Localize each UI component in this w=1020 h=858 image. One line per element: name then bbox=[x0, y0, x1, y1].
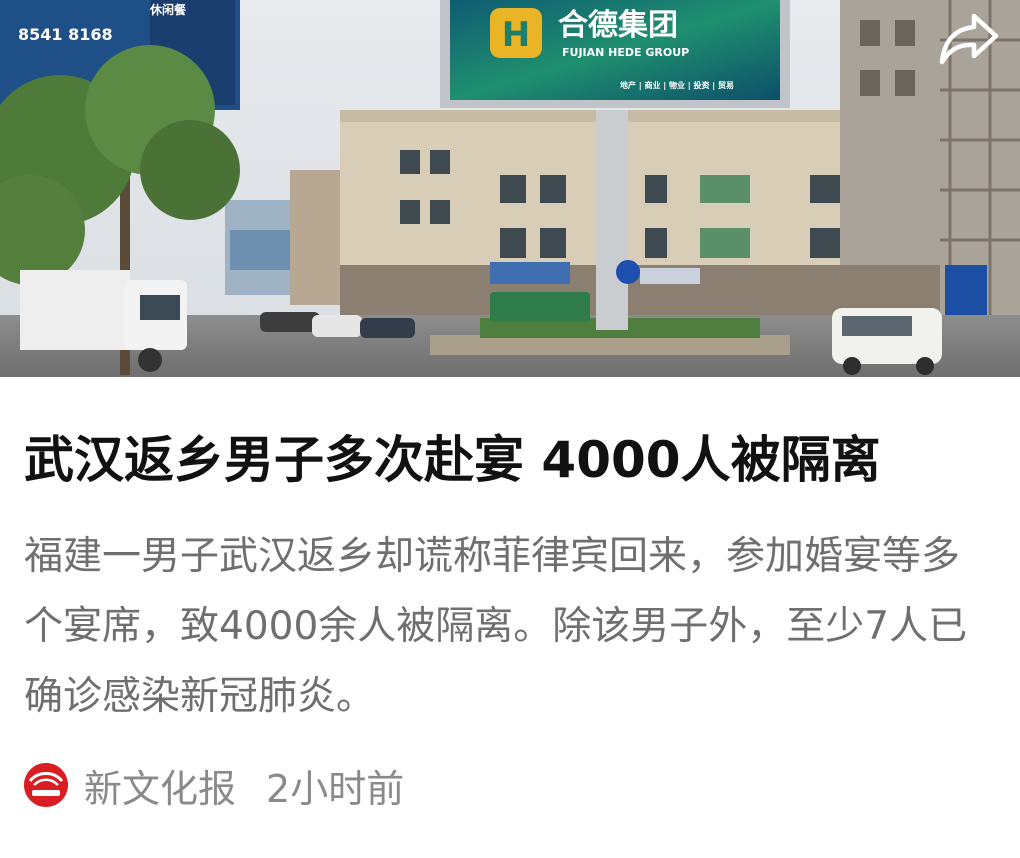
billboard-fine-print: 地产 | 商业 | 物业 | 投资 | 贸易 bbox=[620, 80, 734, 90]
article-meta: 新文化报 2小时前 bbox=[24, 756, 404, 814]
street-scene-photo: H 合德集团 FUJIAN HEDE GROUP 地产 | 商业 | 物业 | … bbox=[0, 0, 1020, 377]
billboard-subtitle: FUJIAN HEDE GROUP bbox=[562, 46, 689, 59]
left-sign-phone: 8541 8168 bbox=[18, 25, 113, 44]
article-summary: 福建一男子武汉返乡却谎称菲律宾回来，参加婚宴等多个宴席，致4000余人被隔离。除… bbox=[24, 534, 968, 719]
share-arrow-icon bbox=[939, 13, 999, 65]
news-card[interactable]: H 合德集团 FUJIAN HEDE GROUP 地产 | 商业 | 物业 | … bbox=[0, 0, 1020, 858]
hero-image[interactable]: H 合德集团 FUJIAN HEDE GROUP 地产 | 商业 | 物业 | … bbox=[0, 0, 1020, 377]
left-sign-tag: 休闲餐 bbox=[149, 2, 187, 17]
source-name[interactable]: 新文化报 bbox=[84, 758, 236, 813]
share-button[interactable] bbox=[936, 10, 1002, 68]
article-headline[interactable]: 武汉返乡男子多次赴宴 4000人被隔离 bbox=[24, 420, 1004, 500]
billboard-title: 合德集团 bbox=[558, 8, 678, 43]
billboard-logo-letter: H bbox=[502, 15, 530, 55]
newspaper-logo-icon bbox=[24, 763, 68, 807]
publish-time: 2小时前 bbox=[266, 766, 405, 811]
